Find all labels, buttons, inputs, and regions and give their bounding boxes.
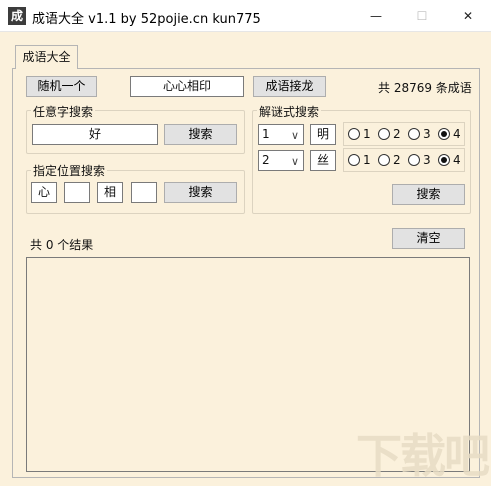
any-char-input[interactable]: 好 <box>32 124 158 145</box>
radio-option[interactable]: 1 <box>348 153 378 168</box>
app-icon: 成 <box>8 7 26 25</box>
riddle-char-1[interactable]: 明 <box>310 124 336 145</box>
current-idiom-field[interactable]: 心心相印 <box>130 76 244 97</box>
radio-option[interactable]: 3 <box>408 153 438 168</box>
minimize-button[interactable]: — <box>353 0 399 32</box>
radio-option[interactable]: 1 <box>348 127 378 142</box>
idiom-chain-button[interactable]: 成语接龙 <box>253 76 326 97</box>
riddle-search-label: 解谜式搜索 <box>257 103 322 120</box>
riddle-position-select-2[interactable]: 2 ∨ <box>258 150 304 171</box>
chevron-down-icon: ∨ <box>290 129 299 142</box>
close-button[interactable]: ✕ <box>445 0 491 32</box>
position-search-label: 指定位置搜索 <box>31 162 108 179</box>
window-title: 成语大全 v1.1 by 52pojie.cn kun775 <box>32 12 261 27</box>
riddle-char-2[interactable]: 丝 <box>310 150 336 171</box>
radio-option[interactable]: 2 <box>378 153 408 168</box>
radio-option-selected[interactable]: 4 <box>438 127 468 142</box>
radio-option[interactable]: 3 <box>408 127 438 142</box>
total-count-text: 共 28769 条成语 <box>378 81 472 95</box>
position-char-2[interactable] <box>64 182 90 203</box>
result-count-text: 共 0 个结果 <box>30 238 94 252</box>
position-char-4[interactable] <box>131 182 157 203</box>
watermark-logo: 下载吧 <box>356 429 490 483</box>
title-bar: 成 成语大全 v1.1 by 52pojie.cn kun775 — ☐ ✕ <box>0 0 491 32</box>
radio-option-selected[interactable]: 4 <box>438 153 468 168</box>
chevron-down-icon: ∨ <box>290 155 299 168</box>
position-char-1[interactable]: 心 <box>31 182 57 203</box>
riddle-radio-group-2: 1 2 3 4 <box>343 148 465 172</box>
position-char-3[interactable]: 相 <box>97 182 123 203</box>
select-value: 2 <box>262 153 270 167</box>
radio-option[interactable]: 2 <box>378 127 408 142</box>
any-char-search-button[interactable]: 搜索 <box>164 124 237 145</box>
riddle-position-select-1[interactable]: 1 ∨ <box>258 124 304 145</box>
maximize-button[interactable]: ☐ <box>399 0 445 32</box>
clear-button[interactable]: 清空 <box>392 228 465 249</box>
tab-idioms[interactable]: 成语大全 <box>15 45 78 69</box>
select-value: 1 <box>262 127 270 141</box>
position-search-button[interactable]: 搜索 <box>164 182 237 203</box>
random-button[interactable]: 随机一个 <box>26 76 97 97</box>
riddle-radio-group-1: 1 2 3 4 <box>343 122 465 146</box>
riddle-search-button[interactable]: 搜索 <box>392 184 465 205</box>
any-char-search-label: 任意字搜索 <box>31 103 96 120</box>
